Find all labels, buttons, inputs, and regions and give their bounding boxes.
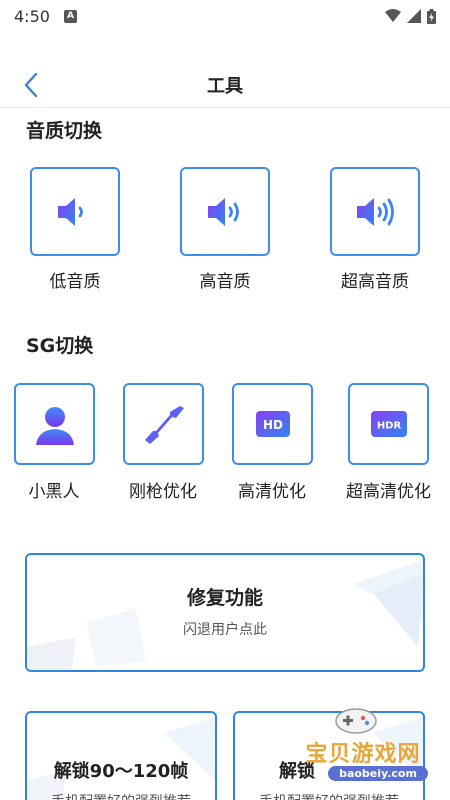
- hdr-badge-text: HDR: [376, 421, 401, 432]
- sg-gunfight-label: 刚枪优化: [129, 482, 197, 502]
- status-bar: 4:50 A: [0, 0, 450, 32]
- rifle-icon: [144, 406, 184, 444]
- speaker-medium-icon: [208, 197, 239, 226]
- repair-card-subtitle: 闪退用户点此: [183, 622, 267, 638]
- battery-icon: [427, 8, 436, 24]
- speaker-low-icon: [58, 197, 83, 226]
- card-background-decoration: [27, 559, 423, 670]
- app-header: 工具: [0, 62, 450, 108]
- signal-icon: [407, 9, 421, 23]
- audio-low-button[interactable]: [30, 167, 120, 256]
- sg-hd-button[interactable]: HD: [232, 383, 313, 465]
- unlock-fps-card[interactable]: 解锁90～120帧 手机配置好的强烈推荐: [25, 711, 217, 800]
- audio-high-label: 高音质: [199, 272, 251, 292]
- status-time: 4:50: [14, 6, 50, 26]
- watermark-logo: 宝贝游戏网 baobeiy.com: [276, 706, 450, 800]
- hd-badge-icon: HD: [255, 411, 290, 437]
- chevron-left-icon: [24, 72, 38, 98]
- notification-icon: A: [63, 9, 77, 23]
- sg-hd-label: 高清优化: [238, 482, 306, 502]
- audio-ultra-label: 超高音质: [341, 272, 409, 292]
- sg-ultra-hd-label: 超高清优化: [346, 482, 431, 502]
- sg-gunfight-button[interactable]: [123, 383, 204, 465]
- gamepad-icon: [335, 708, 377, 734]
- sg-ultra-hd-button[interactable]: HDR: [348, 383, 429, 465]
- status-icons: [385, 8, 436, 24]
- watermark-url: baobeiy.com: [328, 766, 428, 781]
- audio-ultra-button[interactable]: [330, 167, 420, 256]
- unlock-fps-subtitle: 手机配置好的强烈推荐: [27, 791, 215, 800]
- repair-card[interactable]: 修复功能 闪退用户点此: [25, 553, 425, 672]
- unlock-fps-title: 解锁90～120帧: [53, 761, 189, 782]
- wifi-icon: [385, 9, 401, 22]
- audio-high-button[interactable]: [180, 167, 270, 256]
- repair-card-title: 修复功能: [186, 587, 263, 609]
- watermark-text: 宝贝游戏网: [305, 742, 421, 767]
- sg-section-title: SG切换: [26, 335, 94, 357]
- page-title: 工具: [207, 75, 243, 97]
- speaker-high-icon: [357, 197, 394, 226]
- audio-section-title: 音质切换: [26, 120, 103, 142]
- back-button[interactable]: [16, 70, 46, 100]
- person-silhouette-icon: [35, 407, 74, 445]
- audio-low-label: 低音质: [49, 272, 101, 292]
- sg-black-figure-label: 小黑人: [28, 482, 80, 502]
- sg-black-figure-button[interactable]: [14, 383, 95, 465]
- hdr-badge-icon: HDR: [370, 411, 407, 437]
- hd-badge-text: HD: [262, 418, 282, 432]
